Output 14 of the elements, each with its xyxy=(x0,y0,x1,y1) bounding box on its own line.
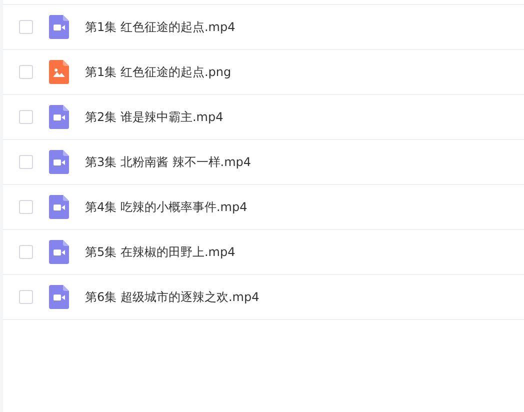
file-name[interactable]: 第3集 北粉南酱 辣不一样.mp4 xyxy=(85,154,252,170)
file-name[interactable]: 第1集 红色征途的起点.png xyxy=(85,64,232,80)
checkbox[interactable] xyxy=(19,155,33,169)
file-name[interactable]: 第6集 超级城市的逐辣之欢.mp4 xyxy=(85,288,260,306)
checkbox[interactable] xyxy=(19,65,33,79)
checkbox[interactable] xyxy=(19,200,33,214)
checkbox[interactable] xyxy=(19,290,33,304)
checkbox[interactable] xyxy=(19,20,33,34)
file-name[interactable]: 第1集 红色征途的起点.mp4 xyxy=(85,18,236,36)
checkbox[interactable] xyxy=(19,110,33,124)
file-name[interactable]: 第4集 吃辣的小概率事件.mp4 xyxy=(85,198,248,216)
file-name[interactable]: 第5集 在辣椒的田野上.mp4 xyxy=(85,244,236,260)
file-name[interactable]: 第2集 谁是辣中霸主.mp4 xyxy=(85,108,224,126)
checkbox[interactable] xyxy=(19,245,33,259)
